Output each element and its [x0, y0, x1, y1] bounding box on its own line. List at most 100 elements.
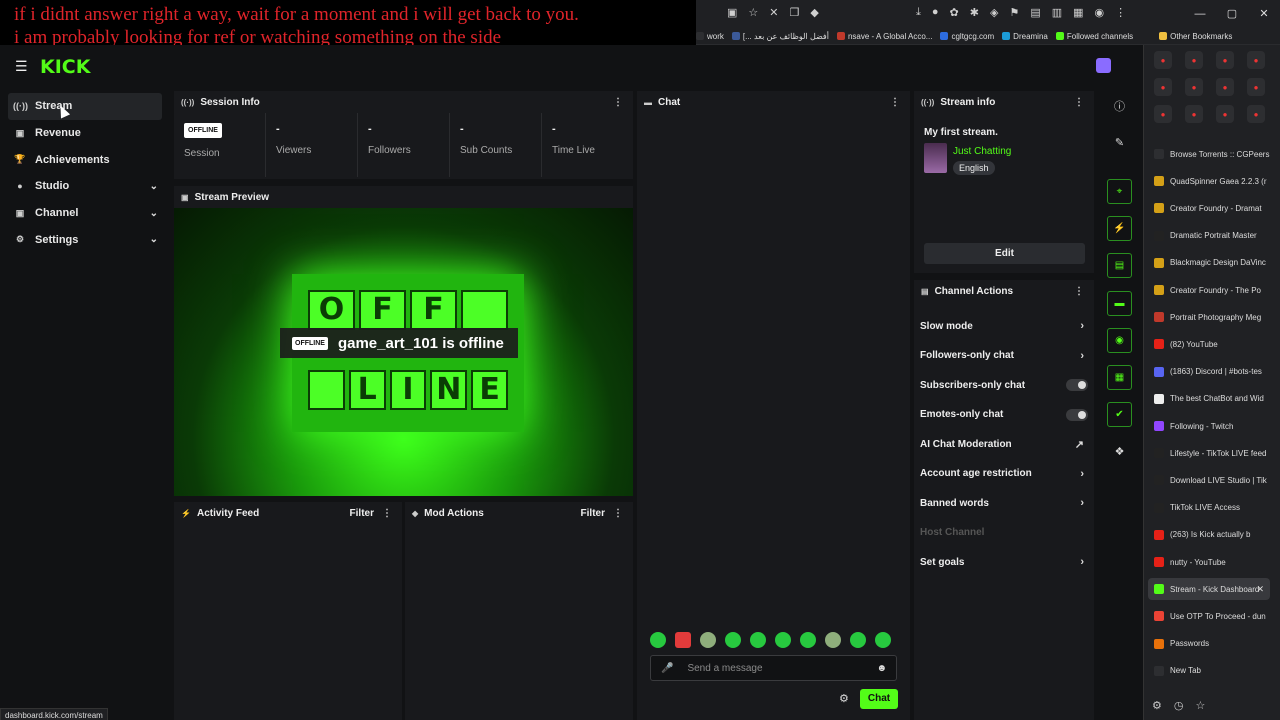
emoji-picker-icon[interactable]: ☻: [876, 663, 887, 674]
kebab-icon[interactable]: ⋮: [613, 97, 623, 108]
bookmark-item[interactable]: [... أفضل الوظائف عن بعد: [731, 32, 829, 41]
kebab-icon[interactable]: ⋮: [382, 508, 392, 519]
emote-icon[interactable]: [775, 632, 791, 648]
chevron-down-icon[interactable]: ⌄: [150, 208, 158, 219]
pinned-tab-icon[interactable]: ●: [1154, 105, 1172, 123]
browser-tab[interactable]: Browse Torrents :: CGPeers: [1148, 143, 1270, 165]
browser-tab[interactable]: New Tab: [1148, 660, 1270, 682]
chat-icon[interactable]: ▬: [1107, 291, 1132, 316]
emote-icon[interactable]: [725, 632, 741, 648]
chat-message-input[interactable]: 🎤 Send a message ☻: [650, 655, 897, 681]
copy-icon[interactable]: ❐: [790, 6, 800, 19]
kebab-icon[interactable]: ⋮: [1074, 97, 1084, 108]
bookmark-item[interactable]: nsave - A Global Acco...: [836, 32, 932, 41]
blue-ext-icon[interactable]: ◈: [990, 6, 998, 19]
action-subscribers-only-chat[interactable]: Subscribers-only chat: [920, 375, 1090, 395]
chevron-down-icon[interactable]: ⌄: [150, 181, 158, 192]
chat-send-button[interactable]: Chat: [860, 689, 898, 709]
stream-preview-video[interactable]: OFF LINE OFFLINE game_art_101 is offline: [174, 208, 633, 496]
pinned-tab-icon[interactable]: ●: [1216, 51, 1234, 69]
chevron-right-icon[interactable]: ›: [1080, 320, 1084, 332]
browser-tab[interactable]: nutty - YouTube: [1148, 551, 1270, 573]
screenshot-icon[interactable]: ▣: [727, 6, 737, 19]
pinned-tab-icon[interactable]: ●: [1247, 51, 1265, 69]
action-account-age-restriction[interactable]: Account age restriction ›: [920, 464, 1090, 484]
maximize-icon[interactable]: ▢: [1216, 0, 1248, 28]
browser-tab[interactable]: Passwords: [1148, 633, 1270, 655]
close-icon[interactable]: ✕: [1248, 0, 1280, 28]
flag-ext-icon[interactable]: ⚑: [1009, 6, 1019, 19]
pinned-tab-icon[interactable]: ●: [1216, 105, 1234, 123]
category-link[interactable]: Just Chatting: [953, 146, 1011, 157]
emote-icon[interactable]: [675, 632, 691, 648]
history-icon[interactable]: ◷: [1174, 699, 1184, 712]
kebab-icon[interactable]: ⋮: [890, 97, 900, 108]
chevron-right-icon[interactable]: ›: [1080, 556, 1084, 568]
emote-icon[interactable]: [800, 632, 816, 648]
action-followers-only-chat[interactable]: Followers-only chat ›: [920, 346, 1090, 366]
info-icon[interactable]: ⓘ: [1107, 98, 1132, 114]
browser-tab[interactable]: Blackmagic Design DaVinc: [1148, 252, 1270, 274]
browser-tab[interactable]: (1863) Discord | #bots-tes: [1148, 361, 1270, 383]
sidebar-item-revenue[interactable]: ▣ Revenue: [0, 120, 170, 147]
puzzle-icon[interactable]: ✱: [970, 6, 979, 19]
hamburger-icon[interactable]: ☰: [15, 58, 28, 75]
chat-settings-icon[interactable]: ⚙: [839, 692, 849, 705]
pinned-tab-icon[interactable]: ●: [1154, 78, 1172, 96]
sidebar-item-studio[interactable]: ● Studio ⌄: [0, 173, 170, 200]
browser-tab[interactable]: Download LIVE Studio | Tik: [1148, 469, 1270, 491]
sidepanel-icon[interactable]: ▦: [1073, 6, 1083, 19]
external-link-icon[interactable]: ↗: [1075, 438, 1084, 451]
close-tab-icon[interactable]: ✕: [1256, 584, 1264, 595]
leaf-ext-icon[interactable]: ✿: [950, 6, 959, 19]
mod-filter-button[interactable]: Filter: [581, 508, 605, 519]
browser-tab[interactable]: Dramatic Portrait Master: [1148, 225, 1270, 247]
chevron-down-icon[interactable]: ⌄: [150, 234, 158, 245]
emote-icon[interactable]: [825, 632, 841, 648]
emote-icon[interactable]: [750, 632, 766, 648]
sidebar-item-stream[interactable]: ((·)) Stream: [8, 93, 162, 120]
bookmark-item[interactable]: Dreamina: [1002, 32, 1048, 41]
pinned-tab-icon[interactable]: ●: [1185, 105, 1203, 123]
target-icon[interactable]: ⌖: [1107, 179, 1132, 204]
bolt-icon[interactable]: ⚡: [1107, 216, 1132, 241]
kebab-icon[interactable]: ⋮: [613, 508, 623, 519]
browser-tab[interactable]: Use OTP To Proceed - dun: [1148, 605, 1270, 627]
kick-logo[interactable]: KICK: [40, 56, 90, 78]
kebab-icon[interactable]: ⋮: [1074, 286, 1084, 297]
chevron-right-icon[interactable]: ›: [1080, 468, 1084, 480]
pinned-tab-icon[interactable]: ●: [1216, 78, 1234, 96]
gear-icon[interactable]: ⚙: [1152, 699, 1162, 712]
shield-icon[interactable]: ◆: [810, 6, 818, 19]
browser-tab[interactable]: Creator Foundry - Dramat: [1148, 197, 1270, 219]
browser-tab[interactable]: (263) Is Kick actually b: [1148, 524, 1270, 546]
chevron-right-icon[interactable]: ›: [1080, 497, 1084, 509]
browser-tab[interactable]: TikTok LIVE Access: [1148, 497, 1270, 519]
minimize-icon[interactable]: —: [1184, 0, 1216, 28]
bookmark-item[interactable]: work: [696, 32, 724, 41]
browser-tab[interactable]: Following - Twitch: [1148, 415, 1270, 437]
toggle-switch[interactable]: [1066, 408, 1088, 421]
sidebar-icon[interactable]: ▥: [1052, 6, 1062, 19]
ext-box-icon[interactable]: ▤: [1030, 6, 1040, 19]
download-icon[interactable]: ⤓: [916, 6, 921, 19]
pinned-tab-icon[interactable]: ●: [1185, 78, 1203, 96]
pinned-tab-icon[interactable]: ●: [1247, 78, 1265, 96]
sidebar-item-channel[interactable]: ▣ Channel ⌄: [0, 200, 170, 227]
broadcast-icon[interactable]: ◉: [1107, 328, 1132, 353]
avatar[interactable]: [1096, 58, 1111, 73]
extension-x-icon[interactable]: ✕: [769, 6, 778, 19]
browser-tab[interactable]: Lifestyle - TikTok LIVE feed: [1148, 442, 1270, 464]
document-icon[interactable]: ▤: [1107, 253, 1132, 278]
emote-icon[interactable]: [700, 632, 716, 648]
action-emotes-only-chat[interactable]: Emotes-only chat: [920, 405, 1090, 425]
pencil-icon[interactable]: ✎: [1107, 136, 1132, 149]
profile-icon[interactable]: ◉: [1095, 6, 1105, 19]
toggle-switch[interactable]: [1066, 379, 1088, 391]
action-slow-mode[interactable]: Slow mode ›: [920, 316, 1090, 336]
browser-tab[interactable]: (82) YouTube: [1148, 333, 1270, 355]
action-ai-chat-moderation[interactable]: AI Chat Moderation ↗: [920, 434, 1090, 454]
pinned-tab-icon[interactable]: ●: [1247, 105, 1265, 123]
circle-ext-icon[interactable]: ●: [932, 6, 939, 19]
bookmark-item[interactable]: Other Bookmarks: [1159, 32, 1232, 41]
